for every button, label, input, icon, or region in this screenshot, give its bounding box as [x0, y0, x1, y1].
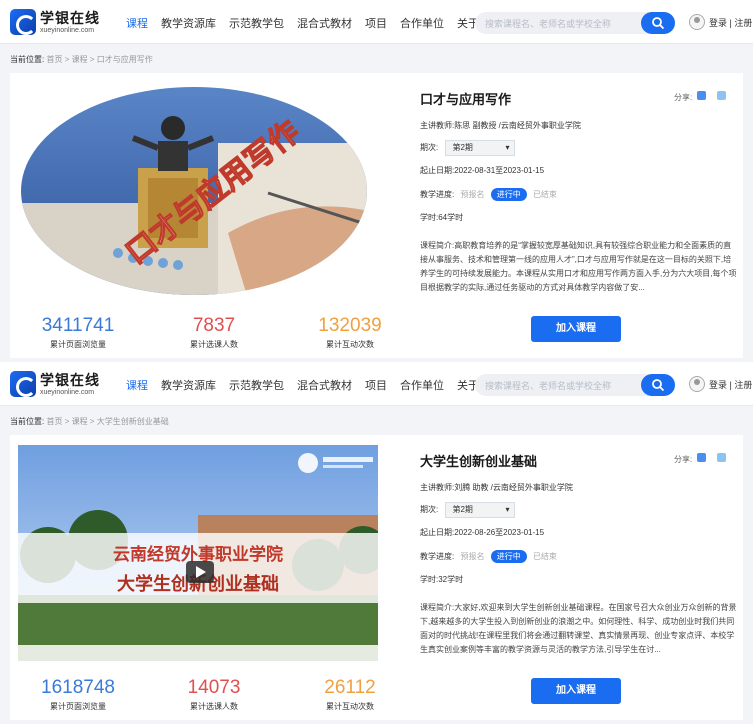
- stat-interactions: 26112 累计互动次数: [300, 677, 400, 712]
- course-intro: 课程简介:高职教育培养的是“掌握较宽厚基础知识,具有较强综合职业能力和全面素质的…: [420, 241, 737, 292]
- course-cover-image[interactable]: 口才与应用写作: [18, 83, 378, 299]
- course-title: 大学生创新创业基础: [420, 454, 538, 469]
- logo-icon[interactable]: [10, 371, 36, 397]
- students-label: 累计选课人数: [190, 702, 238, 711]
- nav-courses[interactable]: 课程: [126, 15, 148, 31]
- stage-ended: 已结束: [532, 552, 557, 561]
- breadcrumb-path[interactable]: 首页 > 课程 > 大学生创新创业基础: [46, 417, 168, 426]
- breadcrumb-label: 当前位置:: [10, 55, 45, 64]
- brand-domain: xueyinonline.com: [40, 389, 95, 396]
- login-register-link[interactable]: 登录 | 注册: [709, 378, 752, 391]
- views-label: 累计页面浏览量: [50, 702, 106, 711]
- stat-students: 7837 累计选课人数: [164, 315, 264, 350]
- breadcrumb-path[interactable]: 首页 > 课程 > 口才与应用写作: [46, 55, 152, 64]
- search-placeholder: 搜索课程名、老师名或学校全称: [485, 381, 612, 391]
- share-label: 分享:: [674, 93, 693, 102]
- main-nav: 课程 教学资源库 示范教学包 混合式教材 项目 合作单位 关于我们: [126, 377, 514, 393]
- breadcrumb: 当前位置: 首页 > 课程 > 大学生创新创业基础: [10, 416, 169, 427]
- nav-blended-textbooks[interactable]: 混合式教材: [297, 377, 352, 393]
- term-label: 期次:: [420, 505, 439, 515]
- progress-row: 教学进度: 预报名 进行中 已结束: [420, 188, 557, 201]
- course-hours: 学时:32学时: [420, 575, 464, 584]
- progress-label: 教学进度:: [420, 190, 455, 199]
- nav-demo-packages[interactable]: 示范教学包: [229, 377, 284, 393]
- user-avatar-icon[interactable]: [689, 376, 705, 392]
- join-course-button[interactable]: 加入课程: [531, 316, 621, 342]
- nav-demo-packages[interactable]: 示范教学包: [229, 15, 284, 31]
- share-qr-icon[interactable]: [697, 91, 706, 100]
- nav-partners[interactable]: 合作单位: [400, 15, 444, 31]
- nav-courses[interactable]: 课程: [126, 377, 148, 393]
- progress-row: 教学进度: 预报名 进行中 已结束: [420, 550, 557, 563]
- students-count: 14073: [187, 677, 241, 698]
- views-count: 3411741: [41, 315, 115, 336]
- course-page-2: 学银在线 xueyinonline.com 课程 教学资源库 示范教学包 混合式…: [0, 362, 753, 724]
- search-icon: [652, 17, 665, 30]
- nav-partners[interactable]: 合作单位: [400, 377, 444, 393]
- term-label: 期次:: [420, 143, 439, 153]
- logo-icon[interactable]: [10, 9, 36, 35]
- search-input[interactable]: 搜索课程名、老师名或学校全称: [475, 374, 675, 396]
- stat-views: 3411741 累计页面浏览量: [28, 315, 128, 350]
- interactions-label: 累计互动次数: [326, 340, 374, 349]
- search-input[interactable]: 搜索课程名、老师名或学校全称: [475, 12, 675, 34]
- term-row: 期次: 第2期: [420, 140, 516, 156]
- course-intro: 课程简介:大家好,欢迎来到大学生创新创业基础课程。在国家号召大众创业万众创新的背…: [420, 603, 737, 654]
- search-button[interactable]: [641, 12, 675, 34]
- search-icon: [652, 379, 665, 392]
- stat-views: 1618748 累计页面浏览量: [28, 677, 128, 712]
- term-row: 期次: 第2期: [420, 502, 516, 518]
- course-hours: 学时:64学时: [420, 213, 464, 222]
- course-page-1: 学银在线 xueyinonline.com 课程 教学资源库 示范教学包 混合式…: [0, 0, 753, 362]
- interactions-count: 132039: [318, 315, 382, 336]
- main-nav: 课程 教学资源库 示范教学包 混合式教材 项目 合作单位 关于我们: [126, 15, 514, 31]
- top-navigation: 学银在线 xueyinonline.com 课程 教学资源库 示范教学包 混合式…: [0, 0, 753, 44]
- nav-blended-textbooks[interactable]: 混合式教材: [297, 15, 352, 31]
- teacher-info: 主讲教师:刘腾 助教 /云南经贸外事职业学院: [420, 483, 573, 492]
- breadcrumb-label: 当前位置:: [10, 417, 45, 426]
- nav-projects[interactable]: 项目: [365, 15, 387, 31]
- interactions-label: 累计互动次数: [326, 702, 374, 711]
- course-card: 云南经贸外事职业学院 大学生创新创业基础 大学生创新创业基础 分享: 主讲教师:…: [10, 435, 743, 720]
- date-range: 起止日期:2022-08-31至2023-01-15: [420, 166, 545, 175]
- stage-in-progress-badge: 进行中: [490, 188, 527, 201]
- date-range: 起止日期:2022-08-26至2023-01-15: [420, 528, 545, 537]
- teacher-info: 主讲教师:陈思 副教授 /云南经贸外事职业学院: [420, 121, 581, 130]
- nav-resource-library[interactable]: 教学资源库: [161, 377, 216, 393]
- students-count: 7837: [192, 315, 236, 336]
- top-navigation: 学银在线 xueyinonline.com 课程 教学资源库 示范教学包 混合式…: [0, 362, 753, 406]
- share-link-icon[interactable]: [717, 453, 726, 462]
- course-card: 口才与应用写作 口才与应用写作 分享: 主讲教师:陈思 副教授 /云南经贸外事职…: [10, 73, 743, 358]
- course-cover-video[interactable]: 云南经贸外事职业学院 大学生创新创业基础: [18, 445, 378, 661]
- interactions-count: 26112: [324, 677, 376, 698]
- breadcrumb: 当前位置: 首页 > 课程 > 口才与应用写作: [10, 54, 153, 65]
- views-label: 累计页面浏览量: [50, 340, 106, 349]
- stage-ended: 已结束: [532, 190, 557, 199]
- stage-pre-enroll: 预报名: [460, 190, 485, 199]
- progress-label: 教学进度:: [420, 552, 455, 561]
- share-label: 分享:: [674, 455, 693, 464]
- stat-interactions: 132039 累计互动次数: [300, 315, 400, 350]
- search-button[interactable]: [641, 374, 675, 396]
- views-count: 1618748: [41, 677, 115, 698]
- stat-students: 14073 累计选课人数: [164, 677, 264, 712]
- students-label: 累计选课人数: [190, 340, 238, 349]
- brand-domain: xueyinonline.com: [40, 27, 95, 34]
- join-course-button[interactable]: 加入课程: [531, 678, 621, 704]
- nav-projects[interactable]: 项目: [365, 377, 387, 393]
- search-placeholder: 搜索课程名、老师名或学校全称: [485, 19, 612, 29]
- term-select[interactable]: 第2期: [445, 140, 516, 156]
- share-link-icon[interactable]: [717, 91, 726, 100]
- stage-in-progress-badge: 进行中: [490, 550, 527, 563]
- brand-name[interactable]: 学银在线: [40, 8, 100, 28]
- brand-name[interactable]: 学银在线: [40, 370, 100, 390]
- term-select[interactable]: 第2期: [445, 502, 516, 518]
- nav-resource-library[interactable]: 教学资源库: [161, 15, 216, 31]
- stage-pre-enroll: 预报名: [460, 552, 485, 561]
- login-register-link[interactable]: 登录 | 注册: [709, 16, 752, 29]
- share-qr-icon[interactable]: [697, 453, 706, 462]
- user-avatar-icon[interactable]: [689, 14, 705, 30]
- course-title: 口才与应用写作: [420, 92, 512, 107]
